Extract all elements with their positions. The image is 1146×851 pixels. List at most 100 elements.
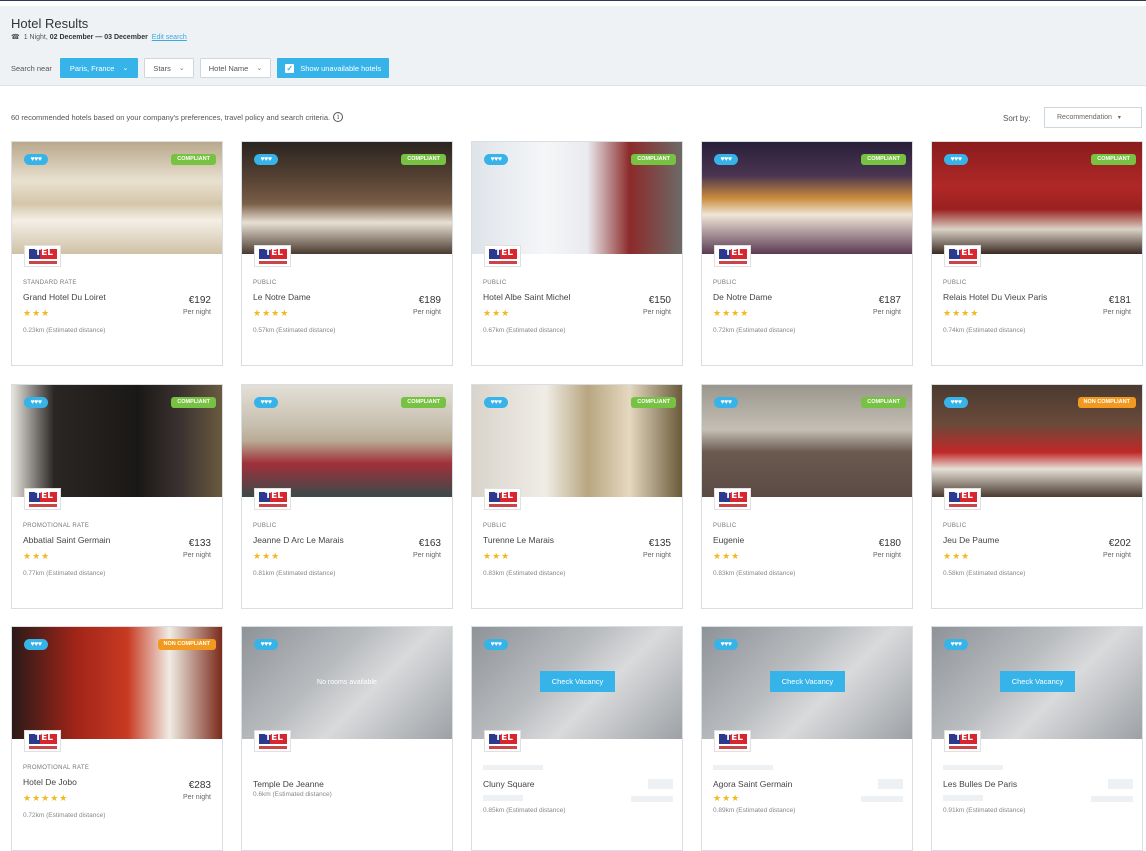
compliance-badge: COMPLIANT <box>401 154 446 165</box>
hotel-card[interactable]: ♥♥♥ COMPLIANT TEL STANDARD RATE Grand Ho… <box>11 141 223 366</box>
hotel-price: €150 <box>648 295 671 306</box>
compliance-badge: COMPLIANT <box>401 397 446 408</box>
heart-rating-icon: ♥♥♥ <box>484 639 508 650</box>
unavailable-hotel-card[interactable]: ♥♥♥ Check Vacancy TEL Les Bulles De Pari… <box>931 626 1143 851</box>
loading-placeholder <box>861 796 903 802</box>
hotel-distance: 0.58km (Estimated distance) <box>943 570 1026 577</box>
hotel-card[interactable]: ♥♥♥ COMPLIANT TEL PUBLIC Eugenie ★★★ €18… <box>701 384 913 609</box>
info-icon[interactable]: i <box>333 112 344 122</box>
compliance-badge: NON COMPLIANT <box>157 639 216 650</box>
hotel-distance: 0.83km (Estimated distance) <box>713 570 796 577</box>
nights-count: 1 Night, <box>23 34 48 41</box>
hotel-name[interactable]: Relais Hotel Du Vieux Paris <box>943 292 1047 302</box>
heart-rating-icon: ♥♥♥ <box>944 154 968 165</box>
rate-type: PUBLIC <box>483 280 507 286</box>
hotel-distance: 0.67km (Estimated distance) <box>483 327 566 334</box>
hotel-name[interactable]: Grand Hotel Du Loiret <box>23 292 106 302</box>
hotel-card[interactable]: ♥♥♥ COMPLIANT TEL PROMOTIONAL RATE Abbat… <box>11 384 223 609</box>
hotel-name[interactable]: Les Bulles De Paris <box>943 779 1017 789</box>
rate-type: PUBLIC <box>253 523 277 529</box>
heart-rating-icon: ♥♥♥ <box>714 397 738 408</box>
hotel-name[interactable]: Hotel De Jobo <box>23 777 77 787</box>
per-night-label: Per night <box>182 794 211 801</box>
stars-label: Stars <box>153 63 171 73</box>
sort-dropdown[interactable]: Recommendation ▾ <box>1044 107 1142 128</box>
hotel-distance: 0.83km (Estimated distance) <box>483 570 566 577</box>
hotel-card[interactable]: ♥♥♥ COMPLIANT TEL PUBLIC De Notre Dame ★… <box>701 141 913 366</box>
hotel-distance: 0.6km (Estimated distance) <box>253 791 332 798</box>
location-dropdown[interactable]: Paris, France ⌄ <box>59 58 139 78</box>
hotel-price: €202 <box>1108 538 1131 549</box>
hotel-name[interactable]: Cluny Square <box>483 779 535 789</box>
heart-rating-icon: ♥♥♥ <box>24 397 48 408</box>
rate-type: PUBLIC <box>943 280 967 286</box>
hotel-card[interactable]: ♥♥♥ COMPLIANT TEL PUBLIC Le Notre Dame ★… <box>241 141 453 366</box>
hotel-name[interactable]: Hotel Albe Saint Michel <box>483 292 570 302</box>
loading-placeholder <box>631 796 673 802</box>
unavailable-hotel-card[interactable]: ♥♥♥ Check Vacancy TEL Cluny Square 0.85k… <box>471 626 683 851</box>
hotel-card[interactable]: ♥♥♥ COMPLIANT TEL PUBLIC Turenne Le Mara… <box>471 384 683 609</box>
unavailable-hotel-card[interactable]: ♥♥♥ Check Vacancy TEL Agora Saint Germai… <box>701 626 913 851</box>
hotel-name[interactable]: Le Notre Dame <box>253 292 311 302</box>
rate-type: PUBLIC <box>713 523 737 529</box>
hotel-name[interactable]: Turenne Le Marais <box>483 535 554 545</box>
loading-placeholder <box>943 765 1003 770</box>
check-vacancy-button[interactable]: Check Vacancy <box>1000 671 1075 692</box>
per-night-label: Per night <box>642 309 671 316</box>
loading-placeholder <box>483 765 543 770</box>
checkbox-checked-icon[interactable]: ✓ <box>285 63 295 73</box>
hotel-name[interactable]: Temple De Jeanne <box>253 779 324 789</box>
unavailable-hotel-card[interactable]: ♥♥♥ No rooms available TEL Temple De Jea… <box>241 626 453 851</box>
hotel-name[interactable]: Jeu De Paume <box>943 535 999 545</box>
compliance-badge: COMPLIANT <box>171 154 216 165</box>
heart-rating-icon: ♥♥♥ <box>944 397 968 408</box>
hotel-name[interactable]: Eugenie <box>713 535 744 545</box>
hotel-distance: 0.23km (Estimated distance) <box>23 327 106 334</box>
heart-rating-icon: ♥♥♥ <box>944 639 968 650</box>
hotel-name[interactable]: De Notre Dame <box>713 292 772 302</box>
hotel-name[interactable]: Agora Saint Germain <box>713 779 792 789</box>
per-night-label: Per night <box>412 552 441 559</box>
star-rating-icon: ★★★ <box>23 551 51 561</box>
show-unavailable-label: Show unavailable hotels <box>300 63 382 73</box>
hotel-distance: 0.91km (Estimated distance) <box>943 807 1026 814</box>
page-title: Hotel Results <box>11 16 89 31</box>
hotel-network-logo: TEL <box>254 488 291 510</box>
rate-type: PUBLIC <box>943 523 967 529</box>
hotel-network-logo: TEL <box>484 245 521 267</box>
per-night-label: Per night <box>1102 309 1131 316</box>
heart-rating-icon: ♥♥♥ <box>714 154 738 165</box>
sort-label: Sort by: <box>1003 114 1031 123</box>
loading-placeholder <box>483 795 523 801</box>
heart-rating-icon: ♥♥♥ <box>254 154 278 165</box>
hotel-name-dropdown[interactable]: Hotel Name ⌄ <box>199 58 272 78</box>
hotel-card[interactable]: ♥♥♥ NON COMPLIANT TEL PUBLIC Jeu De Paum… <box>931 384 1143 609</box>
loading-placeholder <box>878 779 903 789</box>
hotel-name[interactable]: Abbatial Saint Germain <box>23 535 110 545</box>
hotel-network-logo: TEL <box>944 730 981 752</box>
star-rating-icon: ★★★ <box>483 308 511 318</box>
hotel-card[interactable]: ♥♥♥ COMPLIANT TEL PUBLIC Relais Hotel Du… <box>931 141 1143 366</box>
hotel-network-logo: TEL <box>254 245 291 267</box>
hotel-card[interactable]: ♥♥♥ COMPLIANT TEL PUBLIC Hotel Albe Sain… <box>471 141 683 366</box>
show-unavailable-toggle[interactable]: ✓ Show unavailable hotels <box>277 58 390 78</box>
rate-type: STANDARD RATE <box>23 280 77 286</box>
loading-placeholder <box>1108 779 1133 789</box>
hotel-card[interactable]: ♥♥♥ NON COMPLIANT TEL PROMOTIONAL RATE H… <box>11 626 223 851</box>
hotel-name[interactable]: Jeanne D Arc Le Marais <box>253 535 344 545</box>
check-vacancy-button[interactable]: Check Vacancy <box>540 671 615 692</box>
hotel-network-logo: TEL <box>254 730 291 752</box>
chevron-down-icon: ▾ <box>1117 115 1121 121</box>
hotel-network-logo: TEL <box>714 245 751 267</box>
chevron-down-icon: ⌄ <box>122 65 129 72</box>
heart-rating-icon: ♥♥♥ <box>484 154 508 165</box>
hotel-network-logo: TEL <box>484 730 521 752</box>
edit-search-link[interactable]: Edit search <box>152 34 187 41</box>
hotel-network-logo: TEL <box>24 488 61 510</box>
stars-dropdown[interactable]: Stars ⌄ <box>144 58 194 78</box>
hotel-card[interactable]: ♥♥♥ COMPLIANT TEL PUBLIC Jeanne D Arc Le… <box>241 384 453 609</box>
check-vacancy-button[interactable]: Check Vacancy <box>770 671 845 692</box>
rate-type: PROMOTIONAL RATE <box>23 765 90 771</box>
compliance-badge: COMPLIANT <box>171 397 216 408</box>
date-range: 02 December — 03 December <box>49 34 148 41</box>
